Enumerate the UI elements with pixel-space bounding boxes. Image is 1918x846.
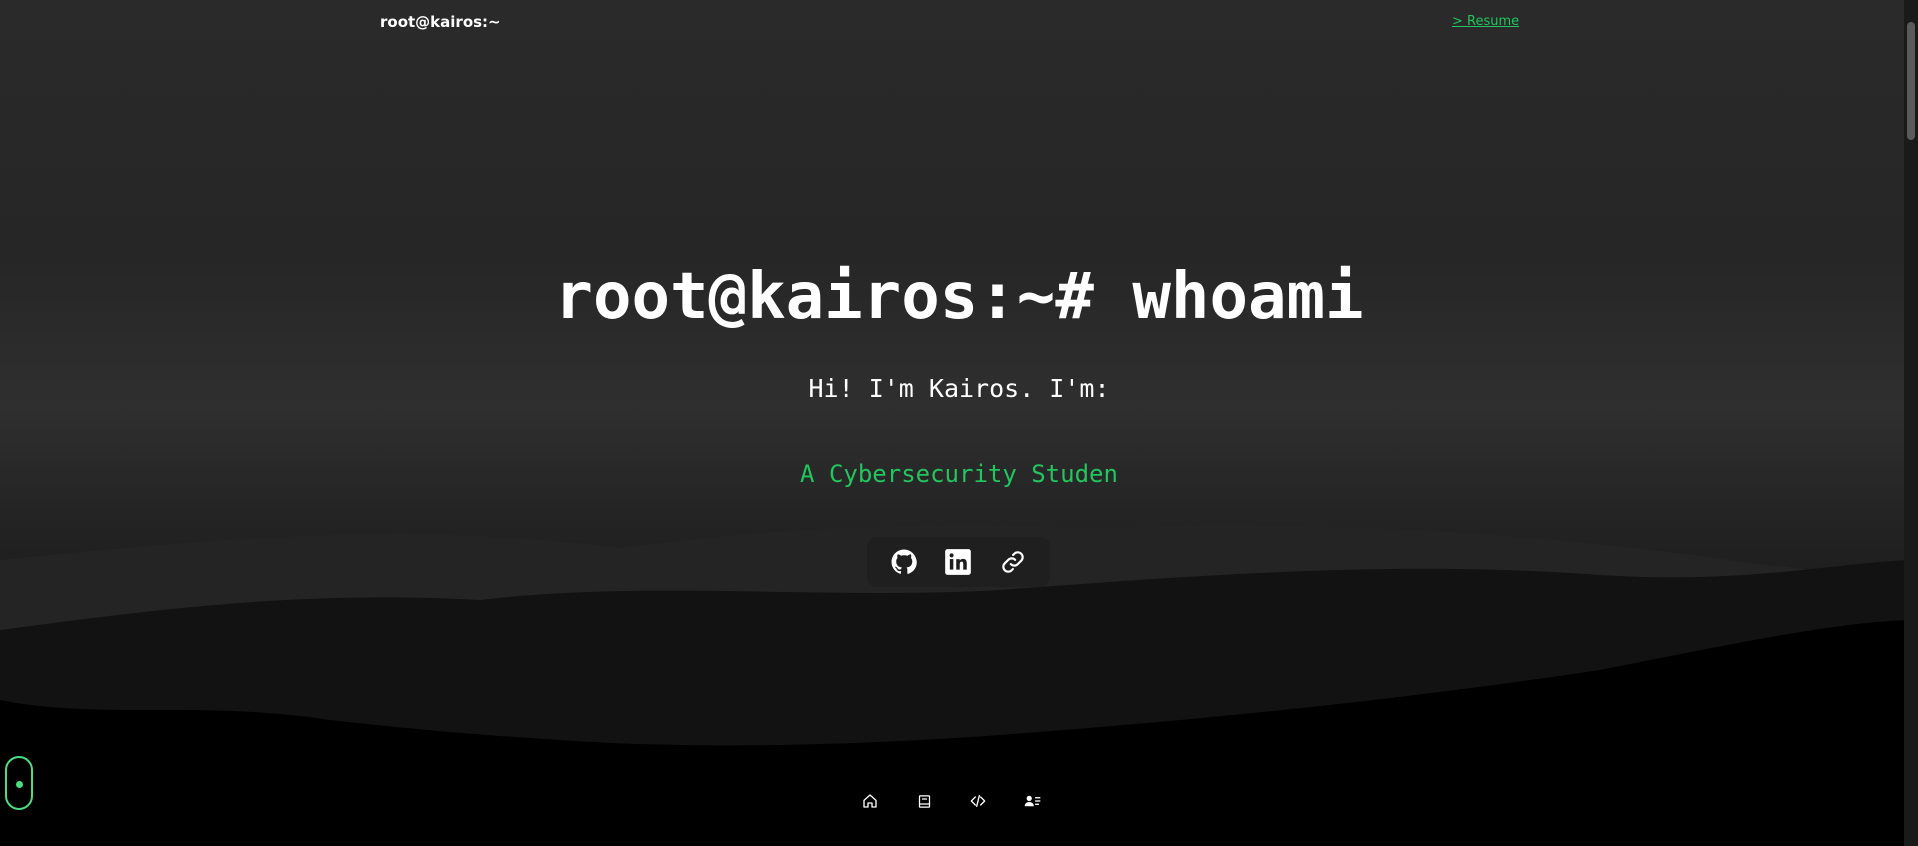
theme-toggle-switch[interactable] bbox=[5, 756, 33, 810]
mountain-silhouette bbox=[0, 525, 1918, 846]
toggle-knob bbox=[16, 781, 23, 788]
bottom-navigation bbox=[855, 786, 1047, 816]
site-brand[interactable]: root@kairos:~ bbox=[380, 13, 501, 31]
contact-icon[interactable] bbox=[1017, 786, 1047, 816]
home-icon[interactable] bbox=[855, 786, 885, 816]
github-icon[interactable] bbox=[889, 547, 919, 577]
social-links-bar bbox=[867, 537, 1050, 587]
link-icon[interactable] bbox=[998, 547, 1028, 577]
top-navbar: root@kairos:~ > Resume bbox=[0, 0, 1918, 44]
hero-typing-role: A Cybersecurity Studen bbox=[800, 460, 1118, 488]
linkedin-icon[interactable] bbox=[943, 547, 973, 577]
page-scrollbar[interactable] bbox=[1904, 0, 1918, 846]
code-icon[interactable] bbox=[963, 786, 993, 816]
scrollbar-thumb[interactable] bbox=[1907, 22, 1915, 140]
hero-title: root@kairos:~# whoami bbox=[554, 260, 1364, 334]
book-icon[interactable] bbox=[909, 786, 939, 816]
resume-link[interactable]: > Resume bbox=[1452, 14, 1519, 29]
hero-subtitle: Hi! I'm Kairos. I'm: bbox=[808, 374, 1110, 403]
background-landscape bbox=[0, 0, 1918, 846]
